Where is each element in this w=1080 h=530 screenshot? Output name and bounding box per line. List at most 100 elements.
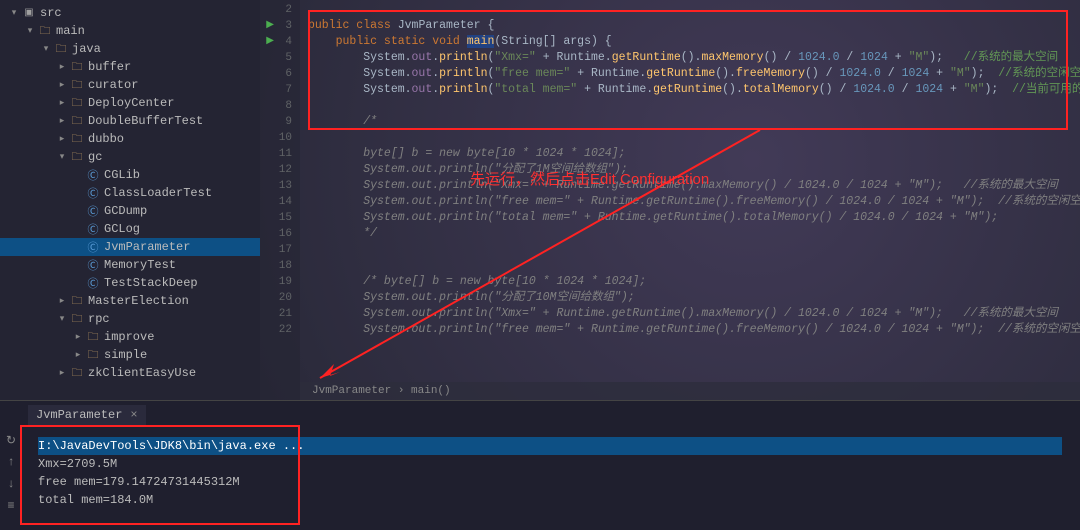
down-icon[interactable]: ↓ <box>2 475 20 493</box>
tree-folder-doublebuffertest[interactable]: ▸🗀DoubleBufferTest <box>0 112 260 130</box>
tree-folder-curator[interactable]: ▸🗀curator <box>0 76 260 94</box>
chevron-right-icon[interactable]: ▸ <box>56 79 68 91</box>
gutter-line[interactable]: 15 <box>260 210 300 226</box>
code-line[interactable]: System.out.println("free mem=" + Runtime… <box>300 322 1080 338</box>
console-line[interactable]: I:\JavaDevTools\JDK8\bin\java.exe ... <box>38 437 1062 455</box>
gutter-line[interactable]: 13 <box>260 178 300 194</box>
chevron-right-icon[interactable]: ▸ <box>72 349 84 361</box>
gutter-line[interactable]: 17 <box>260 242 300 258</box>
tree-class-jvmparameter[interactable]: ⒸJvmParameter <box>0 238 260 256</box>
chevron-down-icon[interactable]: ▾ <box>24 25 36 37</box>
tree-folder-rpc[interactable]: ▾🗀rpc <box>0 310 260 328</box>
code-editor[interactable]: 23▶4▶5678910111213141516171819202122 pub… <box>260 0 1080 400</box>
gutter-line[interactable]: 20 <box>260 290 300 306</box>
gutter-line[interactable]: 7 <box>260 82 300 98</box>
chevron-right-icon[interactable]: ▸ <box>56 367 68 379</box>
tree-class-gclog[interactable]: ⒸGCLog <box>0 220 260 238</box>
gutter-line[interactable]: 19 <box>260 274 300 290</box>
gutter-line[interactable]: 16 <box>260 226 300 242</box>
code-line[interactable]: System.out.println("Xmx=" + Runtime.getR… <box>300 50 1080 66</box>
stop-icon[interactable]: ≡ <box>2 497 20 515</box>
chevron-down-icon[interactable]: ▾ <box>8 7 20 19</box>
gutter-line[interactable]: 22 <box>260 322 300 338</box>
code-line[interactable]: System.out.println("free mem=" + Runtime… <box>300 66 1080 82</box>
rerun-icon[interactable]: ↻ <box>2 431 20 449</box>
tree-class-cglib[interactable]: ⒸCGLib <box>0 166 260 184</box>
tree-folder-simple[interactable]: ▸🗀simple <box>0 346 260 364</box>
class-icon: Ⓒ <box>86 168 100 182</box>
code-line[interactable]: System.out.println("Xmx=" + Runtime.getR… <box>300 306 1080 322</box>
code-line[interactable]: System.out.println("free mem=" + Runtime… <box>300 194 1080 210</box>
gutter-line[interactable]: 11 <box>260 146 300 162</box>
up-icon[interactable]: ↑ <box>2 453 20 471</box>
code-line[interactable] <box>300 130 1080 146</box>
gutter-line[interactable]: 14 <box>260 194 300 210</box>
chevron-down-icon[interactable]: ▾ <box>40 43 52 55</box>
tree-class-memorytest[interactable]: ⒸMemoryTest <box>0 256 260 274</box>
run-gutter-icon[interactable]: ▶ <box>266 34 274 50</box>
code-line[interactable]: System.out.println("total mem=" + Runtim… <box>300 210 1080 226</box>
tree-class-gcdump[interactable]: ⒸGCDump <box>0 202 260 220</box>
gutter-line[interactable]: 4▶ <box>260 34 300 50</box>
chevron-right-icon[interactable]: ▸ <box>56 115 68 127</box>
code-line[interactable] <box>300 98 1080 114</box>
chevron-right-icon[interactable]: ▸ <box>56 133 68 145</box>
console-output[interactable]: I:\JavaDevTools\JDK8\bin\java.exe ...Xmx… <box>30 431 1070 526</box>
tree-folder-dubbo[interactable]: ▸🗀dubbo <box>0 130 260 148</box>
code-line[interactable]: System.out.println("Xmx=" + Runtime.getR… <box>300 178 1080 194</box>
code-line[interactable]: */ <box>300 226 1080 242</box>
gutter-line[interactable]: 21 <box>260 306 300 322</box>
gutter-line[interactable]: 5 <box>260 50 300 66</box>
gutter-line[interactable]: 9 <box>260 114 300 130</box>
tree-label: src <box>40 6 62 20</box>
tree-folder-masterelection[interactable]: ▸🗀MasterElection <box>0 292 260 310</box>
close-icon[interactable]: × <box>130 408 137 422</box>
tree-class-teststackdeep[interactable]: ⒸTestStackDeep <box>0 274 260 292</box>
gutter-line[interactable]: 8 <box>260 98 300 114</box>
gutter-line[interactable]: 3▶ <box>260 18 300 34</box>
run-tab[interactable]: JvmParameter × <box>28 405 146 425</box>
code-line[interactable] <box>300 242 1080 258</box>
code-line[interactable]: byte[] b = new byte[10 * 1024 * 1024]; <box>300 146 1080 162</box>
tree-folder-zkclienteasyuse[interactable]: ▸🗀zkClientEasyUse <box>0 364 260 382</box>
code-line[interactable]: /* <box>300 114 1080 130</box>
gutter-line[interactable]: 2 <box>260 2 300 18</box>
tree-folder-buffer[interactable]: ▸🗀buffer <box>0 58 260 76</box>
gutter-line[interactable]: 12 <box>260 162 300 178</box>
chevron-right-icon[interactable]: ▸ <box>56 97 68 109</box>
console-line[interactable]: free mem=179.14724731445312M <box>38 473 1062 491</box>
tree-class-classloadertest[interactable]: ⒸClassLoaderTest <box>0 184 260 202</box>
tree-folder-main[interactable]: ▾🗀main <box>0 22 260 40</box>
code-line[interactable]: /* byte[] b = new byte[10 * 1024 * 1024]… <box>300 274 1080 290</box>
tree-folder-java[interactable]: ▾🗀java <box>0 40 260 58</box>
gutter-line[interactable]: 10 <box>260 130 300 146</box>
console-line[interactable]: Xmx=2709.5M <box>38 455 1062 473</box>
chevron-right-icon[interactable]: ▸ <box>56 295 68 307</box>
code-line[interactable]: System.out.println("分配了10M空间给数组"); <box>300 290 1080 306</box>
tree-label: java <box>72 42 101 56</box>
tree-folder-src[interactable]: ▾▣src <box>0 4 260 22</box>
editor-code-area[interactable]: public class JvmParameter { public stati… <box>300 0 1080 338</box>
tree-folder-gc[interactable]: ▾🗀gc <box>0 148 260 166</box>
chevron-right-icon[interactable]: ▸ <box>56 61 68 73</box>
gutter-line[interactable]: 6 <box>260 66 300 82</box>
code-line[interactable]: public class JvmParameter { <box>300 18 1080 34</box>
project-tree[interactable]: ▾▣src▾🗀main▾🗀java▸🗀buffer▸🗀curator▸🗀Depl… <box>0 0 260 400</box>
console-line[interactable]: total mem=184.0M <box>38 491 1062 509</box>
gutter-line[interactable]: 18 <box>260 258 300 274</box>
folder-icon: 🗀 <box>70 366 84 380</box>
chevron-down-icon[interactable]: ▾ <box>56 313 68 325</box>
code-line[interactable] <box>300 258 1080 274</box>
run-gutter-icon[interactable]: ▶ <box>266 18 274 34</box>
tree-folder-deploycenter[interactable]: ▸🗀DeployCenter <box>0 94 260 112</box>
breadcrumb[interactable]: JvmParameter › main() <box>300 382 1080 400</box>
folder-icon: 🗀 <box>86 330 100 344</box>
code-line[interactable]: System.out.println("分配了1M空间给数组"); <box>300 162 1080 178</box>
code-line[interactable]: System.out.println("total mem=" + Runtim… <box>300 82 1080 98</box>
code-line[interactable] <box>300 2 1080 18</box>
code-line[interactable]: public static void main(String[] args) { <box>300 34 1080 50</box>
run-toolbar: ↻ ↑ ↓ ≡ <box>2 431 24 515</box>
chevron-down-icon[interactable]: ▾ <box>56 151 68 163</box>
tree-folder-improve[interactable]: ▸🗀improve <box>0 328 260 346</box>
chevron-right-icon[interactable]: ▸ <box>72 331 84 343</box>
